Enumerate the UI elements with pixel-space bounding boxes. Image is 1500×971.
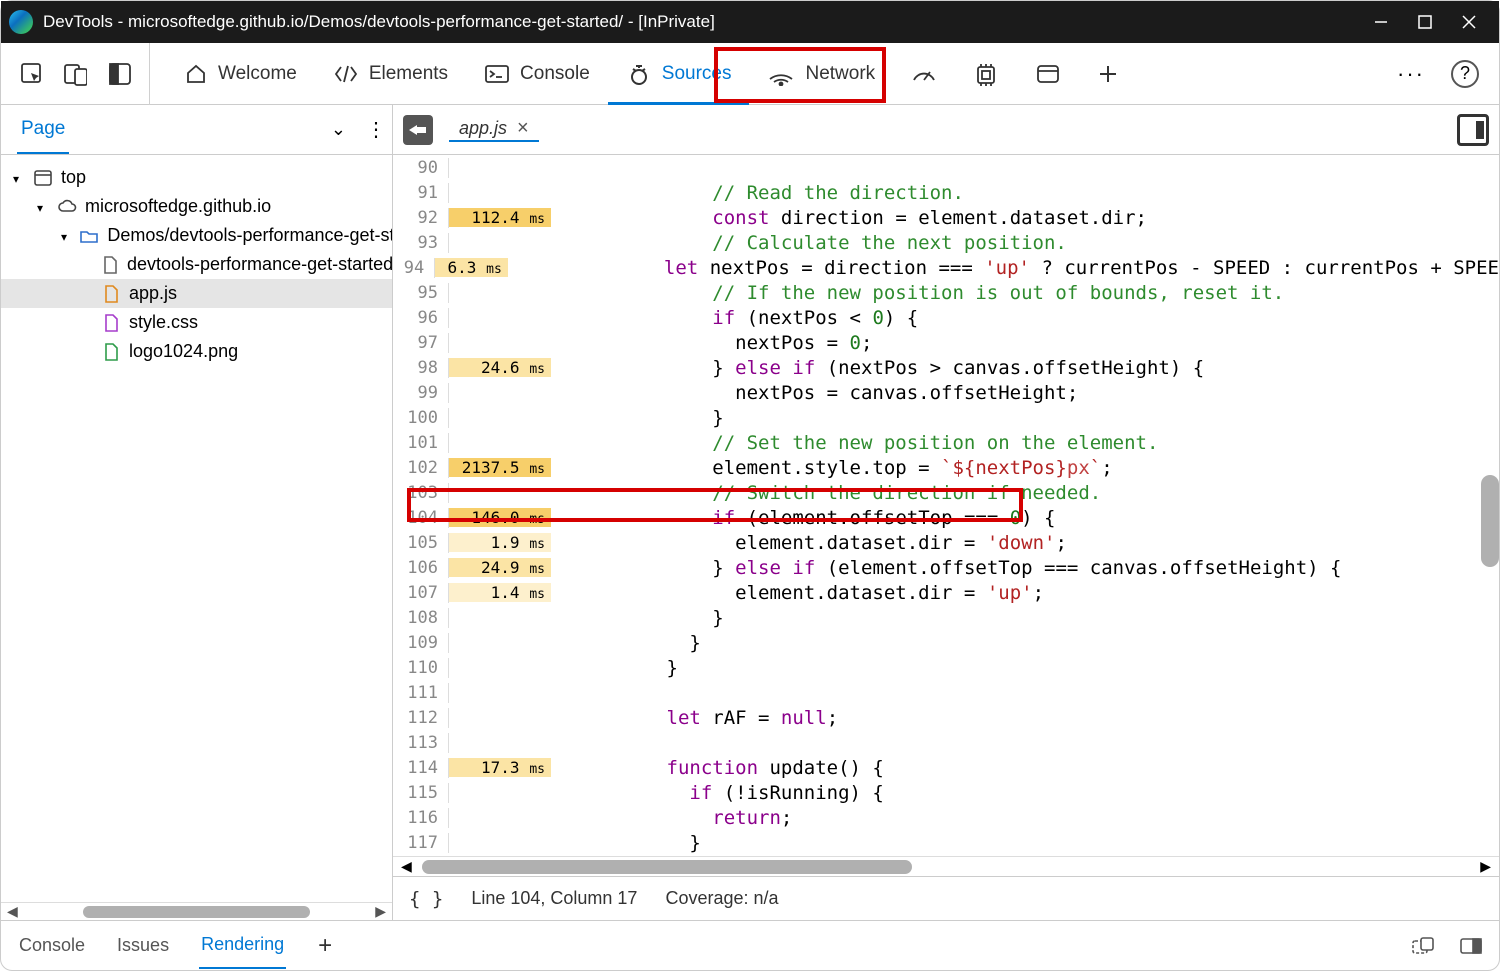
tab-elements[interactable]: Elements [315, 43, 466, 105]
code-line[interactable]: 101 // Set the new position on the eleme… [393, 430, 1499, 455]
debugger-toggle-icon[interactable] [1457, 114, 1489, 146]
code-line[interactable]: 92112.4 ms const direction = element.dat… [393, 205, 1499, 230]
file-tab-appjs[interactable]: app.js × [449, 117, 539, 142]
coverage-status: Coverage: n/a [665, 888, 778, 909]
navigator-toggle-icon[interactable] [403, 115, 433, 145]
drawer-tab-issues[interactable]: Issues [115, 923, 171, 968]
drawer-tab-rendering[interactable]: Rendering [199, 922, 286, 969]
code-line[interactable]: 11417.3 ms function update() { [393, 755, 1499, 780]
editor-vscrollbar[interactable] [1481, 475, 1499, 567]
code-editor[interactable]: 9091 // Read the direction.92112.4 ms co… [393, 155, 1499, 856]
code-line[interactable]: 104146.0 ms if (element.offsetTop === 0)… [393, 505, 1499, 530]
page-more-icon[interactable]: ⋮ [366, 117, 386, 142]
minimize-button[interactable] [1371, 12, 1391, 32]
more-menu-icon[interactable]: ··· [1387, 61, 1435, 87]
code-line[interactable]: 99 nextPos = canvas.offsetHeight; [393, 380, 1499, 405]
code-line[interactable]: 1022137.5 ms element.style.top = `${next… [393, 455, 1499, 480]
tree-file-png[interactable]: logo1024.png [1, 337, 392, 366]
window-title: DevTools - microsoftedge.github.io/Demos… [43, 12, 715, 32]
tab-network[interactable]: Network [749, 43, 893, 105]
tab-performance[interactable] [893, 43, 955, 105]
dock-icon[interactable] [107, 62, 131, 86]
help-icon[interactable]: ? [1451, 60, 1479, 88]
tree-file-html[interactable]: devtools-performance-get-started/ [1, 250, 392, 279]
tab-console[interactable]: Console [466, 43, 608, 105]
code-line[interactable]: 1051.9 ms element.dataset.dir = 'down'; [393, 530, 1499, 555]
code-line[interactable]: 100 } [393, 405, 1499, 430]
tab-welcome[interactable]: Welcome [166, 43, 315, 105]
code-line[interactable]: 91 // Read the direction. [393, 180, 1499, 205]
maximize-button[interactable] [1415, 12, 1435, 32]
cloud-icon [57, 197, 77, 217]
main-tab-bar: Welcome Elements Console Sources Network [1, 43, 1499, 105]
code-line[interactable]: 117 } [393, 830, 1499, 855]
code-line[interactable]: 110 } [393, 655, 1499, 680]
edge-icon [9, 10, 33, 34]
code-line[interactable]: 103 // Switch the direction if needed. [393, 480, 1499, 505]
file-icon [101, 255, 119, 275]
expander-icon[interactable] [61, 225, 71, 246]
page-tab[interactable]: Page [17, 106, 69, 154]
drawer-icon-1[interactable] [1411, 936, 1435, 956]
tree-top[interactable]: top [1, 163, 392, 192]
add-tab-button[interactable] [1079, 43, 1137, 105]
frame-icon [33, 168, 53, 188]
tab-application[interactable] [1017, 43, 1079, 105]
inspect-icon[interactable] [19, 62, 43, 86]
folder-icon [79, 226, 99, 246]
editor-hscrollbar[interactable]: ◀ ▶ [393, 856, 1499, 876]
pretty-print-button[interactable]: { } [409, 888, 443, 910]
sidebar-scrollbar[interactable]: ◀ ▶ [1, 902, 392, 920]
tree-folder[interactable]: Demos/devtools-performance-get-started [1, 221, 392, 250]
device-toggle-icon[interactable] [63, 62, 87, 86]
tree-domain[interactable]: microsoftedge.github.io [1, 192, 392, 221]
code-line[interactable]: 108 } [393, 605, 1499, 630]
css-file-icon [101, 313, 121, 333]
code-line[interactable]: 109 } [393, 630, 1499, 655]
code-line[interactable]: 1071.4 ms element.dataset.dir = 'up'; [393, 580, 1499, 605]
tab-memory[interactable] [955, 43, 1017, 105]
drawer-add-button[interactable]: + [318, 932, 332, 960]
drawer-tab-console[interactable]: Console [17, 923, 87, 968]
code-line[interactable]: 112 let rAF = null; [393, 705, 1499, 730]
cursor-position: Line 104, Column 17 [471, 888, 637, 909]
code-line[interactable]: 115 if (!isRunning) { [393, 780, 1499, 805]
code-line[interactable]: 90 [393, 155, 1499, 180]
code-line[interactable]: 97 nextPos = 0; [393, 330, 1499, 355]
code-line[interactable]: 111 [393, 680, 1499, 705]
code-line[interactable]: 116 return; [393, 805, 1499, 830]
code-line[interactable]: 10624.9 ms } else if (element.offsetTop … [393, 555, 1499, 580]
page-dropdown-icon[interactable]: ⌄ [331, 119, 346, 140]
drawer-icon-2[interactable] [1459, 936, 1483, 956]
expander-icon[interactable] [37, 196, 49, 217]
close-file-icon[interactable]: × [517, 117, 529, 140]
js-file-icon [101, 284, 121, 304]
image-file-icon [101, 342, 121, 362]
tree-file-js[interactable]: app.js [1, 279, 392, 308]
drawer: Console Issues Rendering + [1, 920, 1499, 970]
navigator-sidebar: top microsoftedge.github.io Demos/devtoo… [1, 155, 393, 920]
code-line[interactable]: 113 [393, 730, 1499, 755]
code-line[interactable]: 9824.6 ms } else if (nextPos > canvas.of… [393, 355, 1499, 380]
editor-statusbar: { } Line 104, Column 17 Coverage: n/a [393, 876, 1499, 920]
code-line[interactable]: 946.3 ms let nextPos = direction === 'up… [393, 255, 1499, 280]
code-line[interactable]: 96 if (nextPos < 0) { [393, 305, 1499, 330]
tree-file-css[interactable]: style.css [1, 308, 392, 337]
expander-icon[interactable] [13, 167, 25, 188]
code-line[interactable]: 95 // If the new position is out of boun… [393, 280, 1499, 305]
code-line[interactable]: 93 // Calculate the next position. [393, 230, 1499, 255]
tab-sources[interactable]: Sources [608, 43, 750, 105]
close-button[interactable] [1459, 12, 1479, 32]
titlebar: DevTools - microsoftedge.github.io/Demos… [1, 1, 1499, 43]
